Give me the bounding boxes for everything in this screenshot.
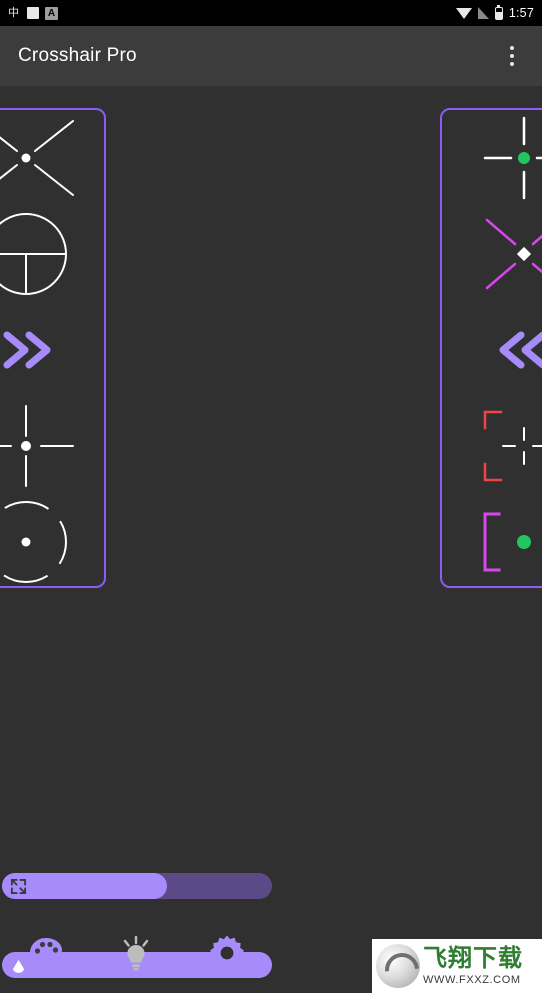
status-bar-left-icons: 中 A xyxy=(8,6,58,20)
overflow-dot xyxy=(510,46,514,50)
crosshair-option-x-diamond-magenta[interactable] xyxy=(442,206,542,302)
square-icon xyxy=(27,7,39,19)
crosshair-option-double-chevron-left[interactable] xyxy=(442,302,542,398)
double-chevron-left-icon xyxy=(499,331,542,369)
settings-gear-icon xyxy=(210,935,244,973)
crosshair-option-x-cross-dot[interactable] xyxy=(0,110,108,206)
chinese-input-icon: 中 xyxy=(8,6,19,19)
wifi-icon xyxy=(455,8,472,19)
crosshair-option-bracket-corners-cross[interactable] xyxy=(442,398,542,494)
status-bar-clock: 1:57 xyxy=(508,6,534,20)
double-chevron-right-icon xyxy=(3,331,51,369)
plus-dot-icon xyxy=(0,405,74,487)
a-badge-icon: A xyxy=(45,6,58,20)
settings-button[interactable] xyxy=(205,931,249,975)
palette-button[interactable] xyxy=(24,931,68,975)
battery-icon xyxy=(494,4,503,20)
size-slider[interactable] xyxy=(2,873,272,899)
watermark-logo-icon xyxy=(376,944,420,988)
crosshair-option-plus-dot[interactable] xyxy=(0,398,108,494)
crosshair-option-cross-green-dot[interactable] xyxy=(442,110,542,206)
x-cross-dot-icon xyxy=(0,120,74,196)
crosshair-column-right[interactable] xyxy=(440,108,542,588)
status-bar-right-icons: 1:57 xyxy=(455,4,534,20)
crosshair-option-bracket-green-dot[interactable] xyxy=(442,494,542,590)
palette-icon xyxy=(30,938,62,968)
watermark: 飞翔下载 WWW.FXXZ.COM xyxy=(372,939,542,993)
watermark-text: 飞翔下载 WWW.FXXZ.COM xyxy=(423,944,523,986)
dashed-circle-dot-icon xyxy=(0,501,67,583)
app-bar: Crosshair Pro xyxy=(0,26,542,86)
overflow-dot xyxy=(510,62,514,66)
circle-scope-icon xyxy=(0,213,67,295)
brightness-bulb-icon xyxy=(123,935,149,971)
bracket-green-dot-icon xyxy=(483,512,531,572)
brightness-button[interactable] xyxy=(114,931,158,975)
cross-green-dot-icon xyxy=(483,116,542,200)
signal-icon xyxy=(477,7,489,19)
overflow-dot xyxy=(510,54,514,58)
page-title: Crosshair Pro xyxy=(18,45,137,66)
status-bar: 中 A 1:57 xyxy=(0,0,542,26)
crosshair-option-dashed-circle-dot[interactable] xyxy=(0,494,108,590)
crosshair-column-left[interactable] xyxy=(0,108,106,588)
bracket-corners-cross-icon xyxy=(483,410,542,482)
x-diamond-magenta-icon xyxy=(485,218,542,290)
watermark-url: WWW.FXXZ.COM xyxy=(423,973,521,986)
crosshair-picker-area: 飞翔下载 WWW.FXXZ.COM xyxy=(0,86,542,993)
overflow-menu-icon[interactable] xyxy=(500,40,524,72)
crosshair-option-circle-scope[interactable] xyxy=(0,206,108,302)
crosshair-option-double-chevron-right[interactable] xyxy=(0,302,108,398)
resize-icon xyxy=(10,878,27,895)
watermark-title: 飞翔下载 xyxy=(423,944,523,972)
